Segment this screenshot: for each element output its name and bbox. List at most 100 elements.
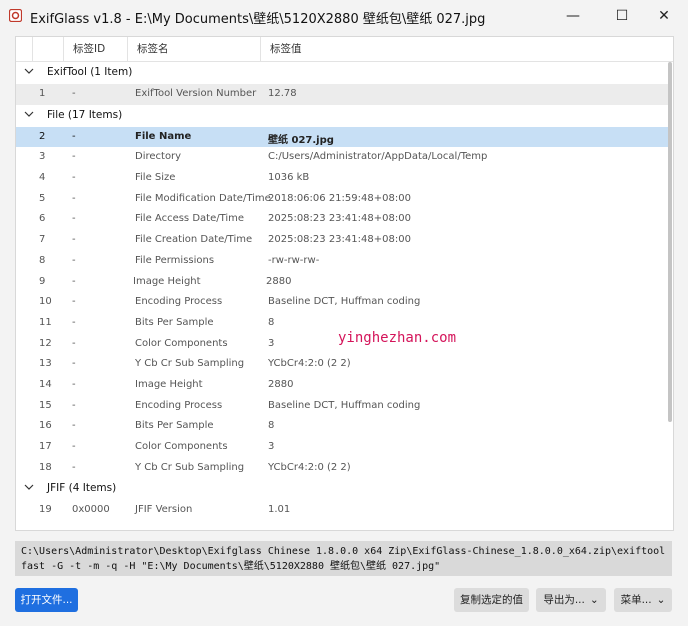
row-tag-name: Bits Per Sample: [135, 420, 214, 432]
row-index: 16: [39, 420, 52, 432]
group-header[interactable]: ExifTool (1 Item): [16, 62, 668, 84]
header-tag-name[interactable]: 标签名: [127, 37, 260, 61]
row-tag-id: -: [72, 254, 76, 266]
minimize-button[interactable]: —: [550, 0, 596, 32]
row-index: 7: [39, 234, 46, 246]
group-title: ExifTool (1 Item): [47, 66, 133, 78]
row-tag-name: Bits Per Sample: [135, 316, 214, 328]
row-index: 13: [39, 358, 52, 370]
table-row[interactable]: 10 - Encoding Process Baseline DCT, Huffman…: [16, 292, 668, 313]
table-row[interactable]: 16 - Bits Per Sample 8: [16, 416, 668, 437]
row-tag-id: -: [72, 275, 76, 287]
row-tag-id: -: [72, 213, 76, 225]
row-tag-value: 1036 kB: [268, 172, 310, 184]
command-line-2: fast -G -t -m -q -H "E:\My Documents\壁纸\…: [21, 561, 441, 572]
row-tag-id: 0x0000: [72, 504, 110, 516]
row-index: 6: [39, 213, 46, 225]
copy-selected-value-button[interactable]: 复制选定的值: [454, 588, 529, 612]
row-tag-id: -: [72, 192, 76, 204]
row-tag-value: 3: [268, 441, 275, 452]
group-header[interactable]: JFIF (4 Items): [16, 478, 668, 500]
row-tag-id: -: [72, 296, 76, 308]
row-index: 8: [39, 254, 46, 266]
chevron-down-icon[interactable]: [24, 482, 34, 492]
row-index: 12: [39, 337, 52, 349]
group-header[interactable]: File (17 Items): [16, 105, 668, 127]
row-index: 19: [39, 504, 52, 516]
row-tag-name: File Size: [135, 172, 176, 184]
chevron-down-icon[interactable]: [24, 109, 34, 119]
vertical-scrollbar[interactable]: [668, 62, 672, 422]
row-tag-value: C:/Users/Administrator/AppData/Local/Tem…: [268, 151, 488, 163]
menu-button[interactable]: 菜单... ⌄: [614, 588, 672, 612]
table-row[interactable]: 17 - Color Components 3: [16, 437, 668, 458]
row-tag-value: 2880: [266, 275, 292, 287]
row-tag-value: 2025:08:23 23:41:48+08:00: [268, 213, 411, 225]
header-tag-id[interactable]: 标签ID: [63, 37, 127, 61]
command-line-1: C:\Users\Administrator\Desktop\Exifglass…: [21, 546, 666, 557]
row-tag-id: -: [72, 151, 76, 163]
row-tag-name: Image Height: [135, 378, 203, 390]
menu-button-label: 菜单...: [620, 594, 652, 606]
row-tag-id: -: [72, 234, 76, 246]
row-index: 5: [39, 192, 46, 204]
table-row[interactable]: 4 - File Size 1036 kB: [16, 168, 668, 189]
header-tag-value[interactable]: 标签值: [260, 37, 673, 61]
table-row[interactable]: 13 - Y Cb Cr Sub Sampling YCbCr4:2:0 (2 2): [16, 354, 668, 375]
row-index: 1: [39, 88, 46, 99]
row-tag-value: 2880: [268, 378, 294, 390]
row-tag-name: File Modification Date/Time: [135, 192, 271, 204]
row-tag-id: -: [72, 130, 76, 142]
row-index: 10: [39, 296, 52, 308]
row-tag-value: YCbCr4:2:0 (2 2): [268, 461, 351, 473]
row-index: 14: [39, 378, 52, 390]
row-tag-name: Encoding Process: [135, 399, 223, 411]
row-tag-name: File Access Date/Time: [135, 213, 245, 225]
row-tag-name: File Name: [135, 130, 192, 142]
row-tag-name: ExifTool Version Number: [135, 88, 257, 99]
exifglass-app-icon: [9, 9, 22, 22]
row-tag-name: Color Components: [135, 337, 228, 349]
open-file-button[interactable]: 打开文件...: [15, 588, 78, 612]
row-tag-id: -: [72, 316, 76, 328]
row-tag-value: 12.78: [268, 88, 297, 99]
table-row[interactable]: 9 - Image Height 2880: [16, 272, 668, 293]
table-row[interactable]: 6 - File Access Date/Time 2025:08:23 23:41:…: [16, 209, 668, 230]
row-tag-id: -: [72, 461, 76, 473]
row-tag-value: Baseline DCT, Huffman coding: [268, 399, 421, 411]
table-row[interactable]: 8 - File Permissions -rw-rw-rw-: [16, 251, 668, 272]
row-tag-name: Color Components: [135, 441, 228, 452]
table-row[interactable]: 18 - Y Cb Cr Sub Sampling YCbCr4:2:0 (2 2): [16, 458, 668, 479]
metadata-table[interactable]: 标签ID 标签名 标签值 ExifTool (1 Item) 1 - ExifTool…: [15, 36, 674, 531]
table-row[interactable]: 19 0x0000 JFIF Version 1.01: [16, 500, 668, 521]
table-row[interactable]: 3 - Directory C:/Users/Administrator/AppDat…: [16, 147, 668, 168]
export-button[interactable]: 导出为... ⌄: [536, 588, 606, 612]
maximize-button[interactable]: ☐: [599, 0, 645, 32]
row-tag-name: Encoding Process: [135, 296, 223, 308]
row-tag-id: -: [72, 378, 76, 390]
command-line-box[interactable]: C:\Users\Administrator\Desktop\Exifglass…: [15, 541, 672, 576]
row-index: 3: [39, 151, 46, 163]
row-index: 9: [39, 275, 46, 287]
row-index: 17: [39, 441, 52, 452]
chevron-down-icon[interactable]: [24, 66, 34, 76]
table-row[interactable]: 15 - Encoding Process Baseline DCT, Huffman…: [16, 396, 668, 417]
row-index: 18: [39, 461, 52, 473]
close-button[interactable]: ✕: [641, 0, 687, 32]
table-row[interactable]: 1 - ExifTool Version Number 12.78: [16, 84, 668, 105]
row-tag-id: -: [72, 441, 76, 452]
row-tag-id: -: [72, 420, 76, 432]
table-row[interactable]: 7 - File Creation Date/Time 2025:08:23 23:4…: [16, 230, 668, 251]
group-title: File (17 Items): [47, 108, 123, 121]
row-tag-value: 8: [268, 420, 275, 432]
table-row[interactable]: 2 - File Name 壁纸 027.jpg: [16, 126, 668, 148]
table-row[interactable]: 5 - File Modification Date/Time 2018:06:06 …: [16, 189, 668, 210]
row-index: 4: [39, 172, 46, 184]
row-tag-name: Directory: [135, 151, 182, 163]
row-tag-value: 1.01: [268, 504, 291, 516]
header-spacer: [16, 37, 32, 61]
row-tag-value: 壁纸 027.jpg: [268, 134, 334, 146]
row-tag-name: JFIF Version: [135, 504, 193, 516]
title-bar: ExifGlass v1.8 - E:\My Documents\壁纸\5120…: [0, 0, 688, 32]
table-row[interactable]: 14 - Image Height 2880: [16, 375, 668, 396]
